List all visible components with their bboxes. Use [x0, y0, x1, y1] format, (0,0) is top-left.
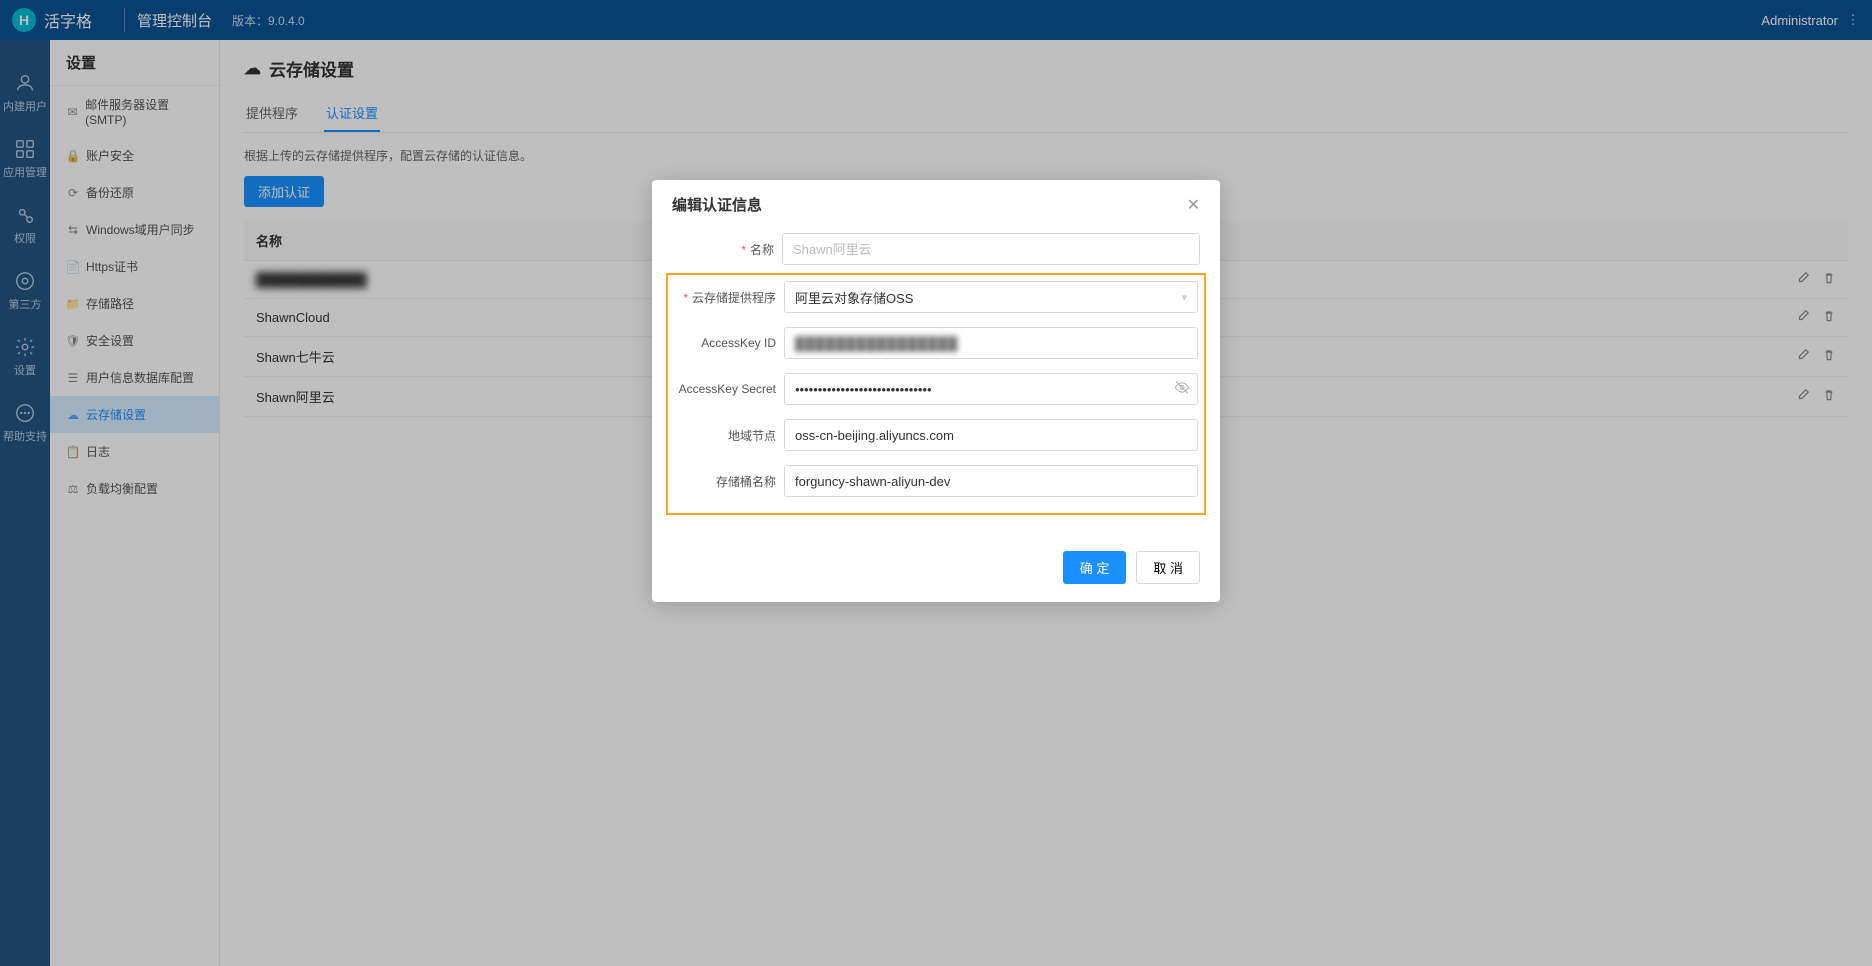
highlighted-fields: 云存储提供程序 阿里云对象存储OSS ▾ AccessKey ID ██████… [666, 273, 1206, 515]
chevron-down-icon: ▾ [1181, 291, 1187, 304]
input-bucket[interactable] [784, 465, 1198, 497]
input-access-key-id[interactable]: ████████████████ [784, 327, 1198, 359]
input-access-key-secret[interactable] [784, 373, 1198, 405]
modal-overlay: 编辑认证信息 ✕ 名称 云存储提供程序 阿里云对象存储OSS ▾ [0, 0, 1872, 966]
label-bucket: 存储桶名称 [674, 473, 784, 490]
label-name: 名称 [672, 241, 782, 258]
label-access-key-id: AccessKey ID [674, 336, 784, 350]
close-icon[interactable]: ✕ [1187, 195, 1200, 215]
modal-title: 编辑认证信息 [672, 194, 762, 215]
input-name[interactable] [782, 233, 1200, 265]
label-region: 地域节点 [674, 427, 784, 444]
eye-icon[interactable] [1174, 380, 1190, 399]
cancel-button[interactable]: 取 消 [1136, 551, 1200, 584]
edit-auth-modal: 编辑认证信息 ✕ 名称 云存储提供程序 阿里云对象存储OSS ▾ [652, 180, 1220, 602]
label-provider: 云存储提供程序 [674, 289, 784, 306]
label-access-key-secret: AccessKey Secret [674, 382, 784, 396]
input-region[interactable] [784, 419, 1198, 451]
select-provider[interactable]: 阿里云对象存储OSS ▾ [784, 281, 1198, 313]
ok-button[interactable]: 确 定 [1063, 551, 1127, 584]
